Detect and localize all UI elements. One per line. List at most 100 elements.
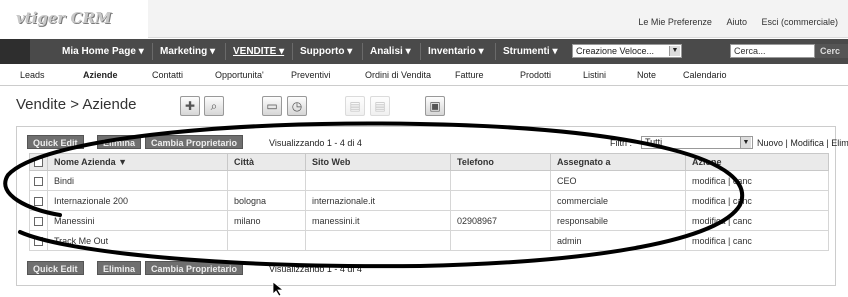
delete-button[interactable]: Elimina: [97, 135, 142, 149]
menu-marketing[interactable]: Marketing ▾: [160, 46, 215, 57]
logout-link[interactable]: Esci (commerciale): [761, 17, 838, 27]
menu-vendite[interactable]: VENDITE ▾: [233, 46, 284, 57]
import-icon[interactable]: ▤: [345, 96, 365, 116]
column-header-action: Azione: [685, 153, 829, 171]
row-checkbox[interactable]: [34, 196, 43, 206]
filter-value: Tutti: [645, 137, 663, 147]
table-row: Manessini milano manessini.it 02908967 r…: [29, 210, 829, 231]
menu-separator: [362, 43, 363, 60]
chevron-down-icon: ▼: [740, 137, 751, 148]
delete-button-bottom[interactable]: Elimina: [97, 261, 142, 275]
account-phone: [450, 230, 551, 251]
menu-separator: [152, 43, 153, 60]
change-owner-button[interactable]: Cambia Proprietario: [145, 135, 244, 149]
tab-note[interactable]: Note: [637, 70, 656, 80]
menu-analisi[interactable]: Analisi ▾: [370, 46, 411, 57]
account-phone: [450, 170, 551, 191]
row-select-cell: [29, 190, 48, 211]
change-owner-button-bottom[interactable]: Cambia Proprietario: [145, 261, 244, 275]
table-row: Internazionale 200 bologna internazional…: [29, 190, 829, 211]
column-header-assigned[interactable]: Assegnato a: [550, 153, 686, 171]
tab-listini[interactable]: Listini: [583, 70, 606, 80]
account-website[interactable]: manessini.it: [305, 210, 451, 231]
row-checkbox[interactable]: [34, 216, 43, 226]
account-name[interactable]: Internazionale 200: [47, 190, 228, 211]
row-checkbox[interactable]: [34, 236, 43, 246]
table-header-row: Nome Azienda ▼ Città Sito Web Telefono A…: [29, 153, 829, 171]
quick-edit-button[interactable]: Quick Edit: [27, 135, 84, 149]
import-glyph: ▤: [349, 99, 361, 113]
preferences-link[interactable]: Le Mie Preferenze: [638, 17, 712, 27]
paging-info-bottom: Visualizzando 1 - 4 di 4: [269, 264, 362, 274]
row-actions[interactable]: modifica | canc: [685, 230, 829, 251]
account-assigned: CEO: [550, 170, 686, 191]
account-city: [227, 170, 306, 191]
quick-create-select[interactable]: Creazione Veloce... ▼: [572, 44, 682, 58]
merge-icon[interactable]: ▣: [425, 96, 445, 116]
tab-opportunita[interactable]: Opportunita': [215, 70, 264, 80]
column-header-city[interactable]: Città: [227, 153, 306, 171]
account-city: milano: [227, 210, 306, 231]
menu-supporto[interactable]: Supporto ▾: [300, 46, 352, 57]
row-actions[interactable]: modifica | canc: [685, 210, 829, 231]
menu-left-block: [0, 39, 30, 64]
top-links: Le Mie Preferenze Aiuto Esci (commercial…: [626, 17, 838, 27]
menu-inventario[interactable]: Inventario ▾: [428, 46, 484, 57]
tab-prodotti[interactable]: Prodotti: [520, 70, 551, 80]
list-panel: Quick Edit Elimina Cambia Proprietario V…: [16, 126, 848, 286]
plus-glyph: ✚: [184, 99, 196, 113]
account-website[interactable]: [305, 170, 451, 191]
tab-contatti[interactable]: Contatti: [152, 70, 183, 80]
monitor-glyph: ▣: [429, 99, 441, 113]
filter-select[interactable]: Tutti ▼: [641, 136, 753, 149]
paging-info-top: Visualizzando 1 - 4 di 4: [269, 138, 362, 148]
account-name[interactable]: Manessini: [47, 210, 228, 231]
account-assigned: commerciale: [550, 190, 686, 211]
export-icon[interactable]: ▤: [370, 96, 390, 116]
module-tabs: Leads Aziende Contatti Opportunita' Prev…: [0, 64, 848, 86]
calendar-icon[interactable]: ▭: [262, 96, 282, 116]
account-website[interactable]: internazionale.it: [305, 190, 451, 211]
account-phone: 02908967: [450, 210, 551, 231]
quick-edit-button-bottom[interactable]: Quick Edit: [27, 261, 84, 275]
quick-create-value: Creazione Veloce...: [576, 46, 655, 56]
search-button[interactable]: Cerc: [815, 44, 848, 58]
tab-ordini-vendita[interactable]: Ordini di Vendita: [365, 70, 431, 80]
row-actions[interactable]: modifica | canc: [685, 190, 829, 211]
tab-fatture[interactable]: Fatture: [455, 70, 484, 80]
main-menu: Mia Home Page ▾ Marketing ▾ VENDITE ▾ Su…: [0, 39, 848, 64]
column-header-name[interactable]: Nome Azienda ▼: [47, 153, 228, 171]
row-checkbox[interactable]: [34, 176, 43, 186]
search-icon[interactable]: ⌕: [204, 96, 224, 116]
tab-preventivi[interactable]: Preventivi: [291, 70, 331, 80]
table-row: Track Me Out admin modifica | canc: [29, 230, 829, 251]
menu-home[interactable]: Mia Home Page ▾: [62, 46, 144, 57]
account-phone: [450, 190, 551, 211]
account-assigned: admin: [550, 230, 686, 251]
search-input[interactable]: Cerca...: [730, 44, 815, 58]
magnifier-glyph: ⌕: [210, 99, 218, 113]
column-header-website[interactable]: Sito Web: [305, 153, 451, 171]
filter-links[interactable]: Nuovo | Modifica | Elimina: [757, 138, 848, 148]
chevron-down-icon: ▼: [669, 46, 680, 56]
clock-icon[interactable]: ◷: [287, 96, 307, 116]
help-link[interactable]: Aiuto: [726, 17, 747, 27]
row-actions[interactable]: modifica | canc: [685, 170, 829, 191]
tab-aziende[interactable]: Aziende: [83, 70, 118, 80]
account-name[interactable]: Bindi: [47, 170, 228, 191]
select-all-cell: [29, 153, 48, 171]
select-all-checkbox[interactable]: [34, 158, 43, 168]
app-logo: vtiger CRM: [16, 9, 112, 27]
column-header-phone[interactable]: Telefono: [450, 153, 551, 171]
menu-strumenti[interactable]: Strumenti ▾: [503, 46, 557, 57]
row-select-cell: [29, 210, 48, 231]
account-city: [227, 230, 306, 251]
account-website[interactable]: [305, 230, 451, 251]
table-row: Bindi CEO modifica | canc: [29, 170, 829, 191]
add-icon[interactable]: ✚: [180, 96, 200, 116]
tab-calendario[interactable]: Calendario: [683, 70, 727, 80]
account-name[interactable]: Track Me Out: [47, 230, 228, 251]
tab-leads[interactable]: Leads: [20, 70, 45, 80]
filter-label: Filtri :: [610, 138, 632, 148]
accounts-table: Nome Azienda ▼ Città Sito Web Telefono A…: [29, 153, 829, 251]
